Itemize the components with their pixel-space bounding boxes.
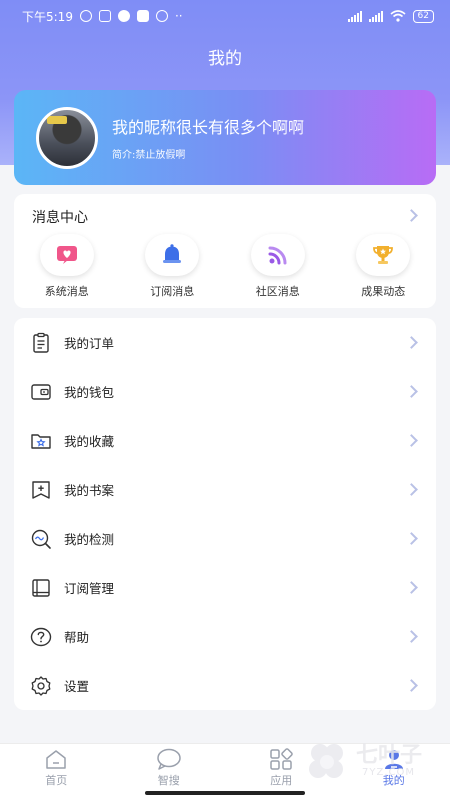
chat-icon (117, 10, 130, 22)
alarm-icon (79, 10, 92, 22)
menu-item-favorites[interactable]: 我的收藏 (14, 416, 436, 465)
profile-card[interactable]: 我的昵称很长有很多个啊啊 简介:禁止放假啊 (14, 90, 436, 185)
wifi-icon (390, 10, 406, 22)
search-bubble-icon (157, 748, 181, 770)
clipboard-icon (33, 332, 49, 353)
nickname: 我的昵称很长有很多个啊啊 (112, 118, 305, 137)
home-indicator[interactable] (145, 791, 305, 795)
message-item-system[interactable]: 系统消息 (14, 234, 120, 299)
news-icon (136, 10, 149, 22)
chevron-right-icon (405, 434, 418, 447)
page-title: 我的 (208, 49, 242, 69)
menu-item-subscription[interactable]: 订阅管理 (14, 563, 436, 612)
chevron-right-icon (405, 385, 418, 398)
message-center-title[interactable]: 消息中心 (32, 207, 88, 227)
menu-card: 我的订单 我的钱包 我的收藏 我的书案 我的检测 订阅管理 帮助 设置 (14, 318, 436, 710)
trophy-icon (373, 246, 394, 264)
chevron-right-icon (405, 483, 418, 496)
menu-item-wallet[interactable]: 我的钱包 (14, 367, 436, 416)
user-icon (384, 750, 403, 769)
question-icon (30, 627, 52, 646)
status-time: 下午5:19 (22, 9, 73, 24)
magnifier-wave-icon (31, 529, 51, 549)
home-icon (46, 750, 66, 769)
menu-item-bookcase[interactable]: 我的书案 (14, 465, 436, 514)
message-item-community[interactable]: 社区消息 (225, 234, 331, 299)
message-icon (155, 10, 168, 22)
menu-item-detection[interactable]: 我的检测 (14, 514, 436, 563)
apps-grid-icon (270, 748, 294, 770)
chevron-right-icon (405, 581, 418, 594)
book-icon (32, 578, 50, 597)
settings-icon (31, 675, 51, 696)
avatar[interactable] (36, 106, 98, 169)
bell-icon (163, 244, 182, 263)
folder-star-icon (31, 433, 51, 449)
chevron-right-icon (405, 630, 418, 643)
tab-mine[interactable]: 我的 (338, 744, 450, 800)
battery-indicator: 62 (412, 9, 434, 23)
message-heart-icon (56, 246, 77, 264)
menu-item-settings[interactable]: 设置 (14, 661, 436, 710)
chevron-right-icon (405, 336, 418, 349)
wifi-signal-icon (268, 246, 287, 265)
wallet-icon (31, 383, 51, 400)
menu-item-help[interactable]: 帮助 (14, 612, 436, 661)
more-dots-icon: ·· (174, 9, 183, 23)
tab-home[interactable]: 首页 (0, 744, 113, 800)
status-bar: 下午5:19 ·· 62 (0, 0, 450, 32)
signal-icon (368, 10, 383, 22)
chevron-right-icon (405, 679, 418, 692)
notification-icon (98, 10, 111, 22)
chevron-right-icon[interactable] (405, 209, 418, 222)
message-center-card: 消息中心 系统消息 订阅消息 社区消息 成果动态 (14, 194, 436, 308)
menu-item-orders[interactable]: 我的订单 (14, 318, 436, 367)
signal-icon (347, 10, 362, 22)
chevron-right-icon (405, 532, 418, 545)
bookmark-plus-icon (32, 480, 50, 499)
bio: 简介:禁止放假啊 (112, 150, 186, 161)
message-item-subscribe[interactable]: 订阅消息 (120, 234, 226, 299)
message-item-achievement[interactable]: 成果动态 (331, 234, 437, 299)
